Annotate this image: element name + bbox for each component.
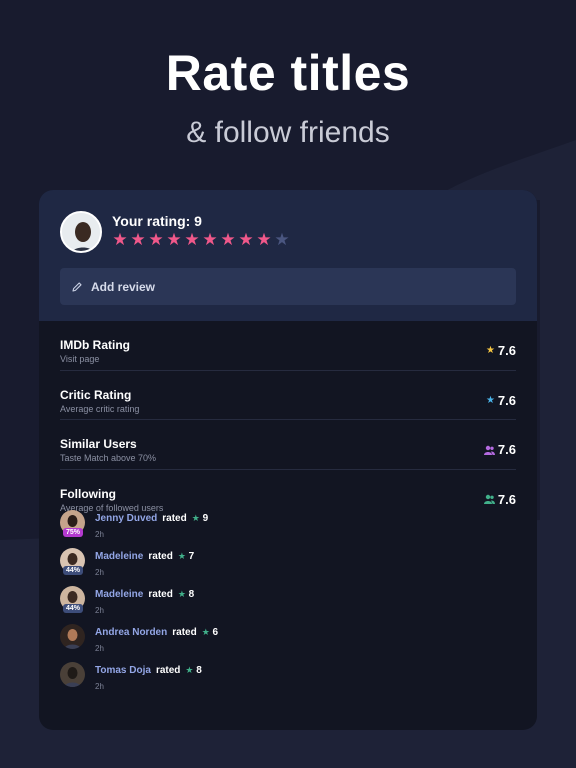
row-title: IMDb Rating [60,338,130,352]
star-icon[interactable]: ★ [184,231,200,249]
rated-label: rated [162,512,187,524]
similar-users-value: 7.6 [497,442,516,457]
imdb-rating-row[interactable]: IMDb Rating Visit page ★ 7.6 [60,321,516,371]
match-badge: 44% [63,603,84,613]
friend-score: ★ 8 [185,664,202,676]
friend-avatar[interactable] [60,623,85,649]
feed-text: Jenny Duved rated ★ 9 [95,513,208,524]
feed-item[interactable]: 75% Jenny Duved rated ★ 9 2h [60,509,516,548]
row-value: ★ 7.6 [486,343,516,358]
star-icon[interactable]: ★ [202,231,218,249]
friend-name[interactable]: Madeleine [95,589,143,600]
row-subtitle: Visit page [60,354,100,364]
row-value: 7.6 [483,491,516,507]
friend-avatar[interactable] [60,661,85,687]
friend-name[interactable]: Jenny Duved [95,513,157,524]
row-title: Following [60,486,116,501]
feed-text: Tomas Doja rated ★ 8 [95,665,202,676]
star-icon[interactable]: ★ [256,231,272,249]
star-icon[interactable]: ★ [166,231,182,249]
star-icon[interactable]: ★ [130,231,146,249]
feed-text: Madeleine rated ★ 7 [95,551,194,562]
row-title: Similar Users [60,437,137,451]
critic-rating-value: 7.6 [497,392,516,408]
your-rating-panel: Your rating: 9 ★ ★ ★ ★ ★ ★ ★ ★ ★ ★ Add review [39,190,537,321]
friend-score: ★ 8 [177,588,195,600]
feed-time: 2h [95,643,104,653]
row-subtitle: Taste Match above 70% [60,453,157,463]
match-badge: 75% [63,527,84,537]
star-icon: ★ [177,550,186,561]
row-title: Critic Rating [60,387,132,402]
rated-label: rated [148,588,173,600]
star-icon[interactable]: ★ [238,231,254,249]
star-icon: ★ [485,345,495,356]
rating-card: Your rating: 9 ★ ★ ★ ★ ★ ★ ★ ★ ★ ★ Add review IMD… [39,190,537,730]
friend-name[interactable]: Tomas Doja [95,665,151,676]
following-value: 7.6 [497,491,516,507]
friend-score: ★ 6 [201,626,219,638]
star-icon[interactable]: ★ [112,231,128,249]
feed-item[interactable]: 44% Madeleine rated ★ 8 2h [60,585,516,624]
star-icon: ★ [485,394,495,406]
friend-name[interactable]: Madeleine [95,551,143,562]
feed-time: 2h [95,529,104,539]
pencil-icon [72,281,82,292]
star-icon[interactable]: ★ [274,231,290,249]
hero-title: Rate titles [165,45,411,101]
users-icon [483,445,495,455]
following-row[interactable]: Following Average of followed users 7.6 [60,470,516,513]
friend-name[interactable]: Andrea Norden [95,627,167,638]
star-icon: ★ [191,512,200,523]
rating-stars[interactable]: ★ ★ ★ ★ ★ ★ ★ ★ ★ ★ [112,231,290,249]
feed-time: 2h [95,567,104,577]
add-review-label: Add review [91,279,156,294]
feed-item[interactable]: Andrea Norden rated ★ 6 2h [60,623,516,662]
star-icon: ★ [185,664,194,675]
feed-text: Madeleine rated ★ 8 [95,589,194,600]
add-review-button[interactable]: Add review [60,268,516,305]
users-icon [483,494,495,504]
rated-label: rated [155,664,181,676]
match-badge: 44% [63,565,84,575]
similar-users-row[interactable]: Similar Users Taste Match above 70% 7.6 [60,420,516,470]
imdb-rating-value: 7.6 [497,343,516,358]
critic-rating-row[interactable]: Critic Rating Average critic rating ★ 7.… [60,371,516,420]
feed-time: 2h [95,605,104,615]
user-avatar[interactable] [60,211,102,253]
star-icon[interactable]: ★ [148,231,164,249]
feed-text: Andrea Norden rated ★ 6 [95,627,218,638]
friend-score: ★ 7 [177,550,195,562]
feed-item[interactable]: 44% Madeleine rated ★ 7 2h [60,547,516,586]
hero-subtitle: & follow friends [186,116,390,149]
row-subtitle: Average critic rating [60,403,140,414]
row-value: 7.6 [483,442,516,457]
friend-score: ★ 9 [191,512,209,524]
rated-label: rated [148,550,173,562]
row-value: ★ 7.6 [486,393,516,408]
your-rating-label: Your rating: 9 [112,213,202,229]
star-icon: ★ [201,626,210,637]
star-icon: ★ [177,588,186,599]
feed-item[interactable]: Tomas Doja rated ★ 8 2h [60,661,516,700]
feed-time: 2h [95,681,104,691]
rated-label: rated [172,626,197,638]
star-icon[interactable]: ★ [220,231,236,249]
following-feed: 75% Jenny Duved rated ★ 9 2h 44% Madeleine rate… [39,509,537,700]
ratings-list: IMDb Rating Visit page ★ 7.6 Critic Rati… [39,321,537,513]
user-avatar-image [62,213,100,251]
